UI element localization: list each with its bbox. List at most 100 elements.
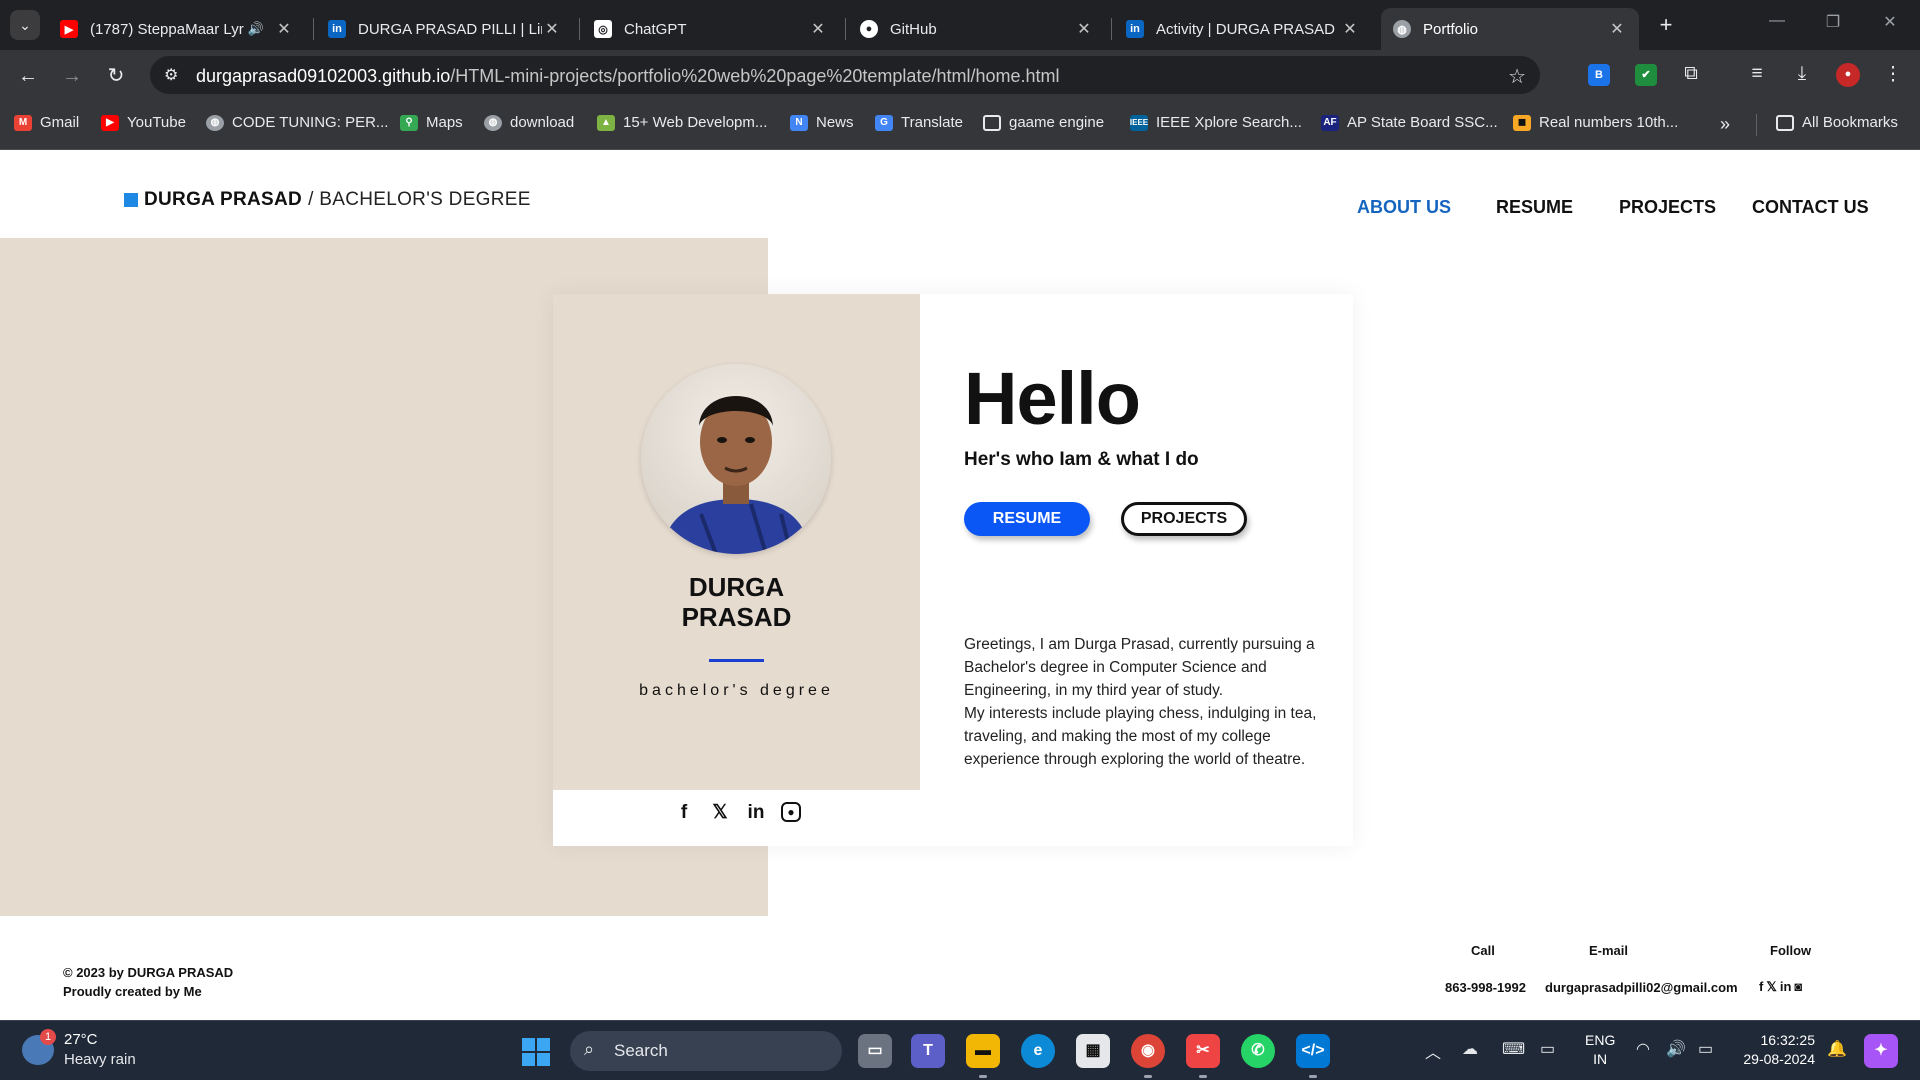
nav-about-us[interactable]: ABOUT US	[1357, 197, 1451, 218]
close-tab-icon[interactable]: ✕	[542, 19, 562, 39]
bookmark-youtube[interactable]: ▶ YouTube	[101, 114, 186, 131]
address-bar[interactable]: ⚙ durgaprasad09102003.github.io/HTML-min…	[150, 56, 1540, 94]
whatsapp-icon[interactable]: ✆	[1241, 1034, 1275, 1068]
instagram-icon[interactable]: ●	[781, 802, 801, 822]
bookmark-translate[interactable]: G Translate	[875, 114, 963, 131]
bookmark-ieee[interactable]: IEEE IEEE Xplore Search...	[1130, 114, 1302, 131]
tab-github[interactable]: ● GitHub ✕	[848, 8, 1106, 50]
tab-portfolio[interactable]: ◍ Portfolio ✕	[1381, 8, 1639, 50]
weather-temperature[interactable]: 27°C	[64, 1031, 98, 1048]
volume-icon[interactable]: 🔊	[1666, 1039, 1686, 1059]
profile-name: DURGA PRASAD	[553, 572, 920, 632]
resume-button[interactable]: RESUME	[964, 502, 1090, 536]
url-text[interactable]: durgaprasad09102003.github.io/HTML-mini-…	[196, 66, 1060, 87]
bookmark-real-numbers[interactable]: ◼ Real numbers 10th...	[1513, 114, 1678, 131]
snipping-tool-icon[interactable]: ✂	[1186, 1034, 1220, 1068]
bookmark-ap-state-board[interactable]: AF AP State Board SSC...	[1321, 114, 1498, 131]
language-code: ENG	[1585, 1032, 1616, 1048]
close-tab-icon[interactable]: ✕	[808, 19, 828, 39]
site-settings-icon[interactable]: ⚙	[164, 65, 178, 85]
tab-search-button[interactable]: ⌄	[10, 10, 40, 40]
show-hidden-icons-icon[interactable]: ︿	[1425, 1039, 1441, 1063]
bookmark-gmail[interactable]: M Gmail	[14, 114, 79, 131]
tab-title: GitHub	[890, 20, 937, 38]
all-bookmarks-folder[interactable]: All Bookmarks	[1776, 114, 1898, 131]
bookmark-star-icon[interactable]: ☆	[1508, 64, 1526, 89]
tab-youtube[interactable]: ▶ (1787) SteppaMaar Lyr 🔊 ✕	[48, 8, 306, 50]
tab-linkedin-profile[interactable]: in DURGA PRASAD PILLI | Lin ✕	[316, 8, 574, 50]
bookmark-folder-game-engine[interactable]: gaame engine	[983, 114, 1104, 131]
extension-check-icon[interactable]: ✔	[1635, 64, 1657, 86]
facebook-icon[interactable]: f	[1759, 979, 1763, 995]
download-icon[interactable]: ⤓	[1789, 63, 1815, 85]
tab-chatgpt[interactable]: ◎ ChatGPT ✕	[582, 8, 840, 50]
store-icon[interactable]: ▦	[1076, 1034, 1110, 1068]
copilot-icon[interactable]: ✦	[1864, 1034, 1898, 1068]
system-clock[interactable]: 16:32:25 29-08-2024	[1735, 1031, 1815, 1069]
tab-linkedin-activity[interactable]: in Activity | DURGA PRASAD ✕	[1114, 8, 1372, 50]
edge-icon[interactable]: e	[1021, 1034, 1055, 1068]
instagram-icon[interactable]: ◙	[1794, 979, 1802, 995]
more-menu-icon[interactable]: ⋮	[1880, 63, 1906, 86]
linkedin-icon[interactable]: in	[1780, 979, 1792, 995]
nav-resume[interactable]: RESUME	[1496, 197, 1573, 218]
x-twitter-icon[interactable]: 𝕏	[1766, 979, 1776, 995]
reload-icon[interactable]: ↻	[102, 62, 130, 90]
task-view-icon[interactable]: ▭	[858, 1034, 892, 1068]
translate-icon: G	[875, 114, 893, 131]
close-tab-icon[interactable]: ✕	[1074, 19, 1094, 39]
new-tab-button[interactable]: +	[1653, 12, 1679, 38]
linkedin-icon[interactable]: in	[745, 802, 767, 824]
close-window-icon[interactable]: ✕	[1875, 12, 1905, 32]
restore-icon[interactable]: ❐	[1818, 12, 1848, 32]
brand-degree-text: BACHELOR'S DEGREE	[319, 189, 531, 210]
taskbar-search[interactable]: ⌕ Search	[570, 1031, 842, 1071]
close-tab-icon[interactable]: ✕	[1607, 19, 1627, 39]
facebook-icon[interactable]: f	[673, 802, 695, 824]
onedrive-icon[interactable]: ☁	[1462, 1039, 1478, 1059]
chrome-icon[interactable]: ◉	[1131, 1034, 1165, 1068]
footer-email-label: E-mail	[1589, 943, 1629, 958]
close-tab-icon[interactable]: ✕	[274, 19, 294, 39]
bookmark-code-tuning[interactable]: ◍ CODE TUNING: PER...	[206, 114, 388, 131]
profile-avatar-icon[interactable]: ●	[1836, 63, 1860, 87]
x-twitter-icon[interactable]: 𝕏	[709, 802, 731, 824]
bookmark-label: CODE TUNING: PER...	[232, 114, 389, 131]
windows-start-icon[interactable]	[522, 1038, 550, 1066]
display-icon[interactable]: ▭	[1540, 1039, 1555, 1059]
mountain-icon: ▲	[597, 114, 615, 131]
language-indicator[interactable]: ENG IN	[1585, 1031, 1615, 1069]
nav-projects[interactable]: PROJECTS	[1619, 197, 1716, 218]
forward-icon[interactable]: →	[58, 62, 86, 90]
bookmark-maps[interactable]: ⚲ Maps	[400, 114, 463, 131]
projects-button[interactable]: PROJECTS	[1121, 502, 1247, 536]
keyboard-icon[interactable]: ⌨	[1502, 1039, 1525, 1059]
bookmark-download[interactable]: ◍ download	[484, 114, 574, 131]
weather-description[interactable]: Heavy rain	[64, 1051, 136, 1068]
teams-icon[interactable]: T	[911, 1034, 945, 1068]
more-bookmarks-icon[interactable]: »	[1720, 114, 1730, 135]
close-tab-icon[interactable]: ✕	[1340, 19, 1360, 39]
media-control-icon[interactable]: ≡	[1744, 63, 1770, 85]
copyright-text: © 2023 by DURGA PRASAD	[63, 965, 234, 980]
notifications-bell-icon[interactable]: 🔔	[1827, 1039, 1847, 1059]
nav-contact-us[interactable]: CONTACT US	[1752, 197, 1869, 218]
vscode-icon[interactable]: </>	[1296, 1034, 1330, 1068]
bookmark-news[interactable]: N News	[790, 114, 854, 131]
footer-email[interactable]: durgaprasadpilli02@gmail.com	[1545, 980, 1738, 995]
bookmark-web-development[interactable]: ▲ 15+ Web Developm...	[597, 114, 767, 131]
site-brand[interactable]: DURGA PRASAD / BACHELOR'S DEGREE	[124, 189, 531, 211]
minimize-icon[interactable]: —	[1762, 12, 1792, 30]
profile-subtitle: bachelor's degree	[639, 682, 834, 699]
globe-icon: ◍	[484, 114, 502, 131]
back-icon[interactable]: ←	[14, 62, 42, 90]
extensions-puzzle-icon[interactable]: ⧉	[1678, 63, 1704, 85]
tab-separator	[1111, 18, 1112, 40]
bookmark-label: YouTube	[127, 114, 186, 131]
file-explorer-icon[interactable]: ▬	[966, 1034, 1000, 1068]
battery-icon[interactable]: ▭	[1698, 1039, 1713, 1059]
all-bookmarks-label: All Bookmarks	[1802, 114, 1898, 131]
speaker-icon[interactable]: 🔊	[248, 21, 264, 37]
wifi-icon[interactable]: ◠	[1636, 1039, 1650, 1059]
extension-b-icon[interactable]: B	[1588, 64, 1610, 86]
